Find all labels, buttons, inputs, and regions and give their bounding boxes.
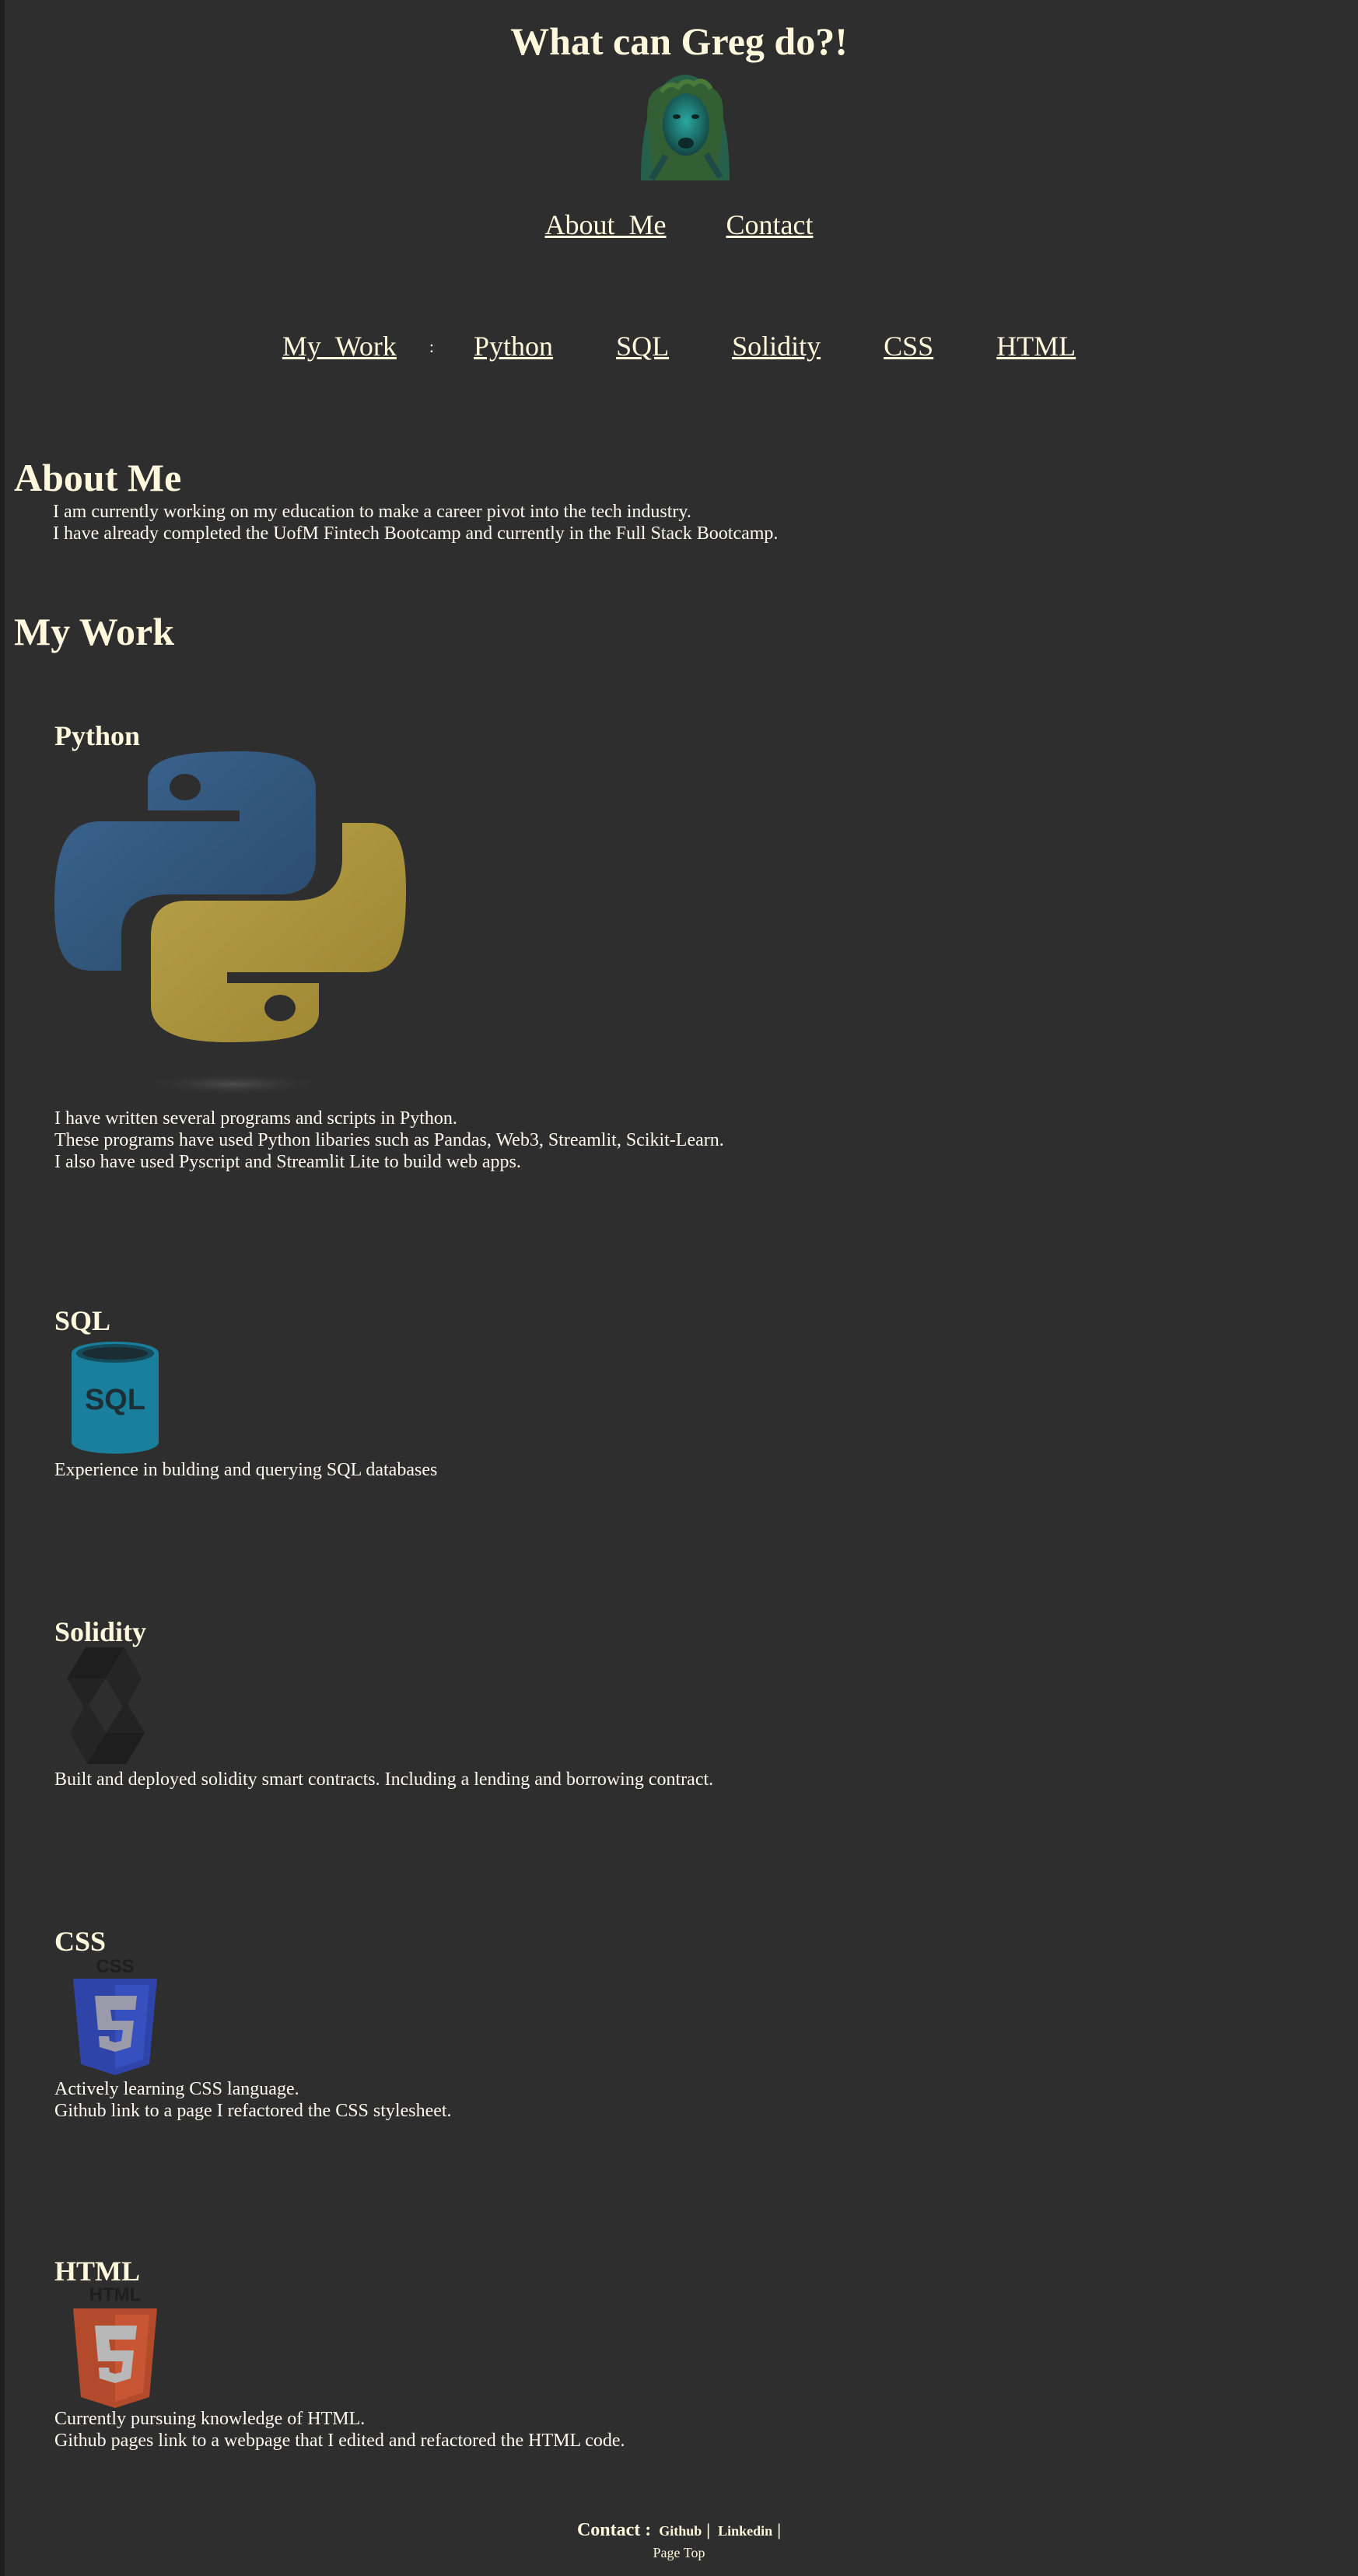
css-description: Actively learning CSS language. Github l… [54,2078,452,2122]
footer-linkedin-link[interactable]: Linkedin [718,2523,772,2539]
python-logo-icon [54,751,406,1095]
about-line: I have already completed the UofM Fintec… [53,523,779,544]
about-line: I am currently working on my education t… [53,502,691,522]
my-work-heading: My Work [14,610,175,653]
solidity-logo-icon [67,1647,145,1764]
css-line: Actively learning CSS language. [54,2079,299,2099]
html-line: Currently pursuing knowledge of HTML. [54,2409,366,2429]
sql-card-title: SQL [54,1305,111,1336]
footer-pipe: | [706,2520,711,2539]
top-nav: About_Me Contact [0,208,1358,241]
footer-contact-label: Contact : [576,2520,652,2540]
svg-text:HTML: HTML [89,2284,142,2305]
svg-text:CSS: CSS [96,1956,134,1977]
page-title: What can Greg do?! [510,19,848,63]
python-line: These programs have used Python libaries… [54,1130,724,1150]
python-description: I have written several programs and scri… [54,1108,724,1173]
nav-link-about-me[interactable]: About_Me [545,209,667,240]
css-card-title: CSS [54,1926,107,1957]
python-line: I have written several programs and scri… [54,1108,457,1129]
about-heading: About Me [14,456,182,499]
page-top-link[interactable]: Page Top [653,2545,705,2560]
nav-link-contact[interactable]: Contact [726,209,814,240]
nav-link-my-work[interactable]: My_Work [282,331,397,362]
footer-github-link[interactable]: Github [659,2523,702,2539]
sql-database-icon: SQL [72,1342,159,1454]
python-card-title: Python [54,720,141,751]
css-line: Github link to a page I refactored the C… [54,2101,452,2121]
svg-text:SQL: SQL [85,1384,145,1416]
html5-logo-icon: HTML [73,2284,157,2408]
css3-logo-icon: CSS [73,1956,157,2075]
solidity-card-title: Solidity [54,1616,147,1647]
footer: Contact : Github | Linkedin | [0,2520,1358,2541]
about-text: I am currently working on my education t… [53,501,778,544]
page-top: Page Top [0,2545,1358,2561]
nav-separator: : [429,337,435,356]
left-border [0,0,5,2576]
python-line: I also have used Pyscript and Streamlit … [54,1152,521,1172]
html-line: Github pages link to a webpage that I ed… [54,2431,625,2451]
work-nav: My_Work: Python SQL Solidity CSS HTML [0,330,1358,362]
nav-link-html[interactable]: HTML [996,331,1076,362]
solidity-description: Built and deployed solidity smart contra… [54,1769,713,1790]
nav-link-css[interactable]: CSS [884,331,933,362]
solidity-line: Built and deployed solidity smart contra… [54,1769,714,1790]
nav-link-python[interactable]: Python [474,331,553,362]
sql-line: Experience in bulding and querying SQL d… [54,1460,438,1480]
sql-description: Experience in bulding and querying SQL d… [54,1459,437,1481]
nav-link-sql[interactable]: SQL [616,331,669,362]
avatar [625,68,745,180]
html-description: Currently pursuing knowledge of HTML. Gi… [54,2408,625,2452]
footer-pipe: | [777,2520,782,2539]
nav-link-solidity[interactable]: Solidity [732,331,821,362]
